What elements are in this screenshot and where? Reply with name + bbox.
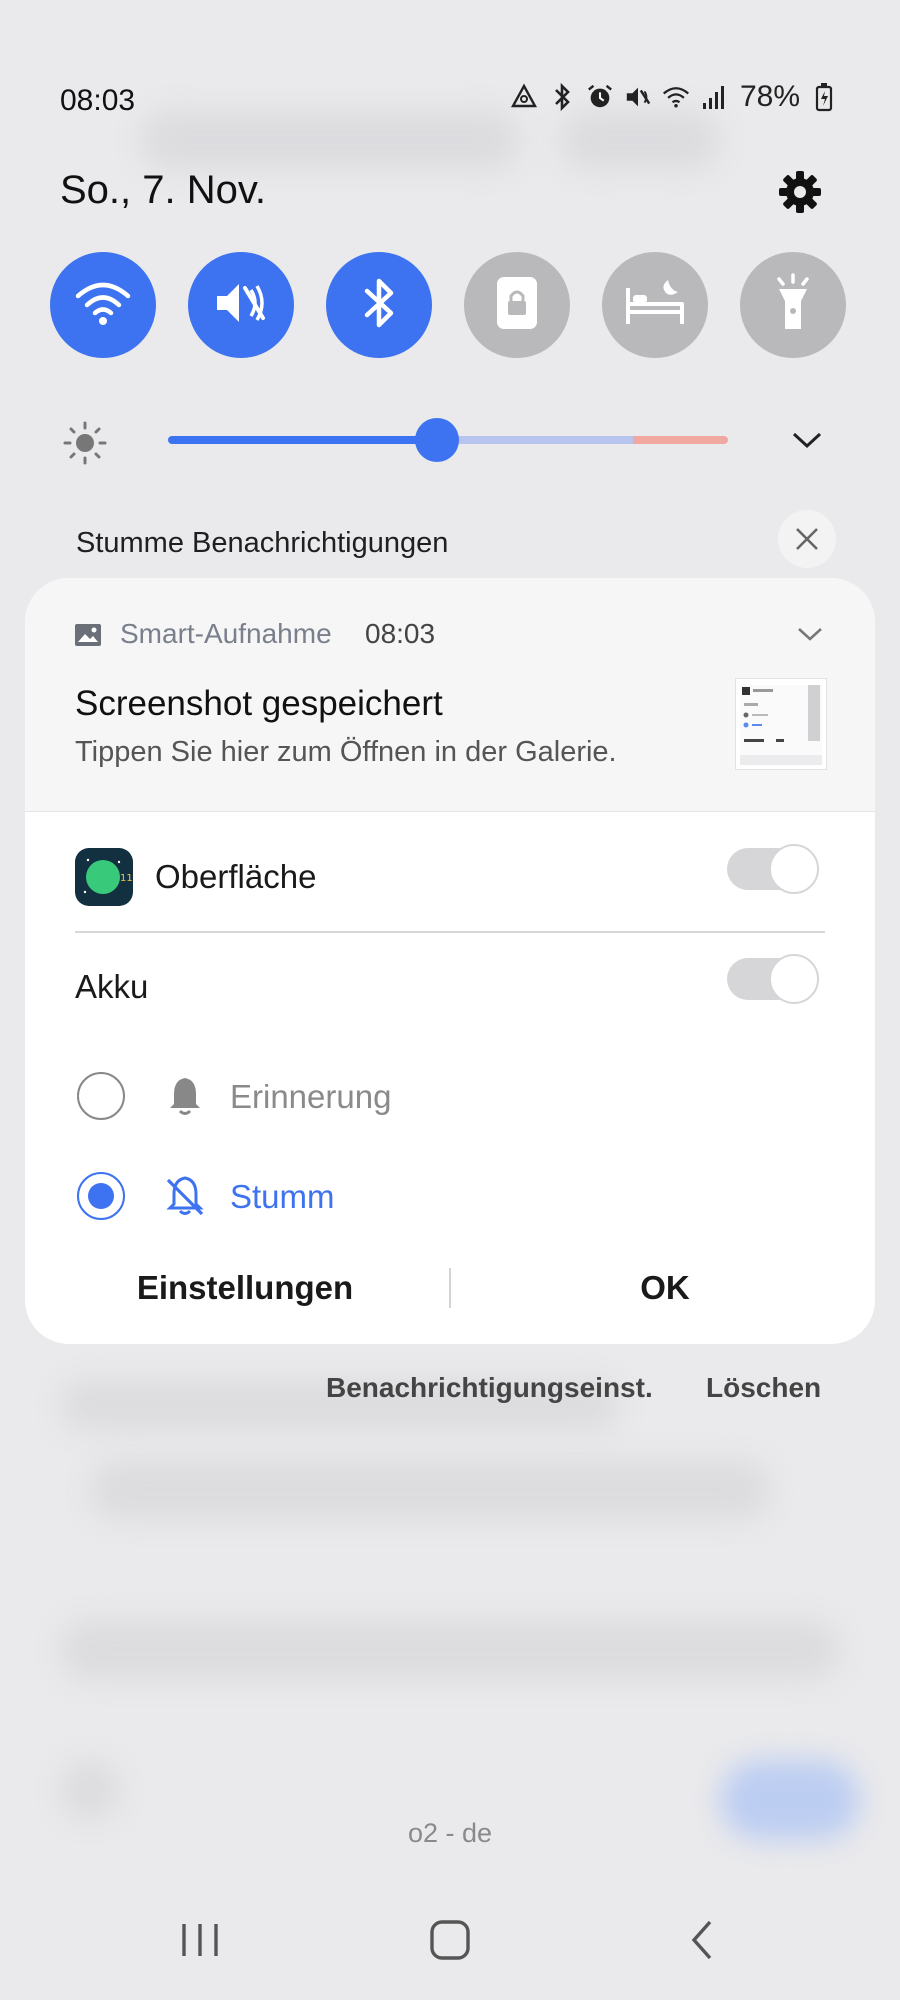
sun-icon: [62, 420, 108, 466]
notification-card: Smart-Aufnahme 08:03 Screenshot gespeich…: [25, 578, 875, 1344]
quick-settings-row: [50, 252, 850, 358]
close-icon[interactable]: [778, 510, 836, 568]
flashlight-icon: [771, 272, 815, 338]
notification-item[interactable]: Smart-Aufnahme 08:03 Screenshot gespeich…: [25, 578, 875, 812]
notification-body: Tippen Sie hier zum Öffnen in der Galeri…: [75, 736, 617, 768]
date-label: So., 7. Nov.: [60, 168, 267, 212]
status-icons: 78%: [510, 80, 838, 114]
image-icon: [73, 620, 103, 650]
silent-notifications-title: Stumme Benachrichtigungen: [76, 527, 449, 559]
bluetooth-icon: [359, 275, 399, 336]
notification-settings-button[interactable]: Benachrichtigungseinst.: [326, 1372, 653, 1404]
akku-notification-toggle[interactable]: [727, 954, 819, 1004]
home-icon[interactable]: [426, 1916, 474, 1964]
quick-tile-sound[interactable]: [188, 252, 294, 358]
app-channel-label: Oberfläche: [155, 858, 317, 895]
wifi-icon: [662, 80, 690, 114]
app-icon: 11: [75, 848, 133, 906]
radio-erinnerung[interactable]: [77, 1072, 125, 1120]
notification-time: 08:03: [365, 618, 436, 649]
wifi-icon: [74, 278, 132, 333]
bed-icon: [624, 278, 686, 333]
bell-icon: [163, 1074, 207, 1118]
svg-text:11: 11: [120, 873, 133, 884]
status-time: 08:03: [60, 84, 136, 117]
battery-percent: 78%: [739, 80, 800, 113]
gear-icon[interactable]: [776, 168, 824, 216]
quick-tile-flashlight[interactable]: [740, 252, 846, 358]
option-label-erinnerung[interactable]: Erinnerung: [230, 1078, 391, 1116]
carrier-label: o2 - de: [407, 1818, 493, 1848]
ok-button[interactable]: OK: [515, 1258, 815, 1318]
bluetooth-icon: [548, 80, 576, 114]
lock-screen-icon: [493, 275, 541, 336]
notification-title: Screenshot gespeichert: [75, 684, 443, 723]
quick-tile-bluetooth[interactable]: [326, 252, 432, 358]
brightness-slider-thumb[interactable]: [414, 418, 459, 462]
mute-icon: [624, 80, 652, 114]
back-icon[interactable]: [680, 1916, 728, 1964]
chevron-down-icon[interactable]: [790, 426, 824, 454]
quick-tile-sleep[interactable]: [602, 252, 708, 358]
quick-tile-lock[interactable]: [464, 252, 570, 358]
app-notification-toggle[interactable]: [727, 844, 819, 894]
navigation-bar: [0, 1900, 900, 1980]
chevron-down-icon[interactable]: [795, 622, 825, 646]
notification-app-name: Smart-Aufnahme: [120, 618, 332, 649]
quick-tile-wifi[interactable]: [50, 252, 156, 358]
mute-icon: [213, 278, 269, 333]
akku-channel-label: Akku: [75, 968, 149, 1005]
signal-icon: [700, 80, 728, 114]
alarm-icon: [586, 80, 614, 114]
bell-off-icon: [163, 1174, 207, 1218]
settings-button[interactable]: Einstellungen: [95, 1258, 395, 1318]
screenshot-thumbnail: [735, 678, 827, 770]
battery-charging-icon: [810, 80, 838, 114]
data-saver-icon: [510, 80, 538, 114]
option-label-stumm[interactable]: Stumm: [230, 1178, 335, 1216]
recent-apps-icon[interactable]: [176, 1916, 224, 1964]
radio-stumm[interactable]: [77, 1172, 125, 1220]
clear-all-button[interactable]: Löschen: [706, 1372, 821, 1404]
status-bar: 08:03 78%: [0, 80, 900, 124]
divider: [75, 931, 825, 933]
brightness-control: [0, 410, 900, 470]
button-divider: [449, 1268, 451, 1308]
